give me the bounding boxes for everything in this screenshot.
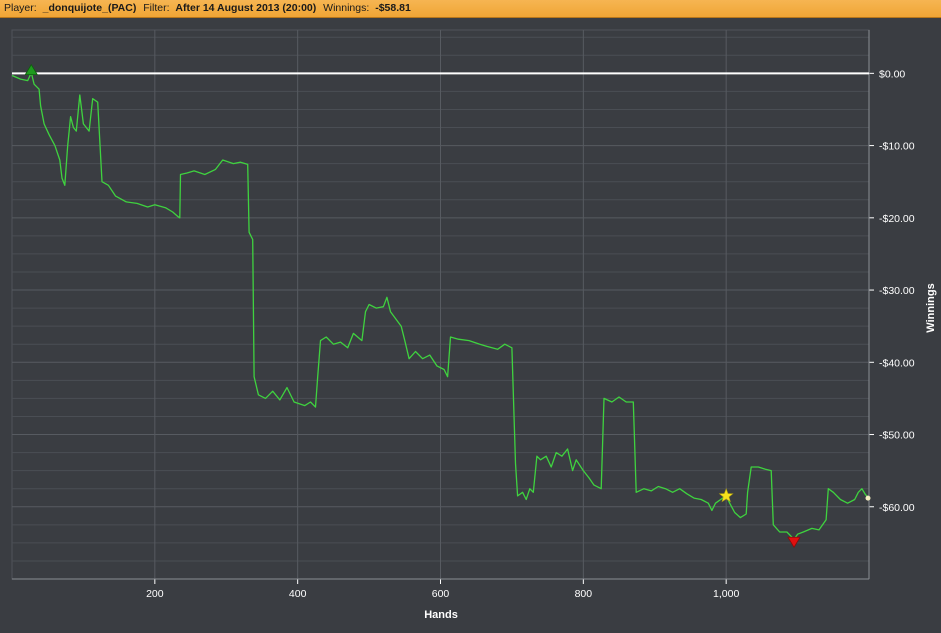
chart-area: $0.00 -$10.00 -$20.00 -$30.00 -$40.00 -$50.00… bbox=[0, 18, 941, 633]
player-value: _donquijote_(PAC) bbox=[42, 2, 137, 14]
grid bbox=[11, 29, 870, 580]
x-axis-title: Hands bbox=[424, 609, 458, 621]
player-label: Player: bbox=[4, 2, 37, 14]
y-tick-label: -$30.00 bbox=[879, 285, 915, 297]
axes: $0.00 -$10.00 -$20.00 -$30.00 -$40.00 -$50.00… bbox=[12, 30, 915, 600]
y-tick-label: -$10.00 bbox=[879, 141, 915, 153]
winnings-value: -$58.81 bbox=[375, 2, 411, 14]
end-marker bbox=[865, 495, 871, 501]
winnings-label: Winnings: bbox=[323, 2, 370, 14]
x-tick-label: 1,000 bbox=[713, 588, 739, 600]
x-tick-label: 400 bbox=[289, 588, 307, 600]
y-tick-label: -$20.00 bbox=[879, 213, 915, 225]
max-marker bbox=[24, 63, 38, 76]
y-tick-label: -$50.00 bbox=[879, 430, 915, 442]
x-tick-label: 600 bbox=[432, 588, 450, 600]
markers bbox=[24, 63, 871, 549]
min-marker bbox=[787, 536, 801, 549]
x-tick-label: 800 bbox=[575, 588, 593, 600]
y-tick-label: -$40.00 bbox=[879, 357, 915, 369]
y-tick-label: -$60.00 bbox=[879, 502, 915, 514]
x-tick-label: 200 bbox=[146, 588, 164, 600]
chart-header-bar: Player: _donquijote_(PAC) Filter: After … bbox=[0, 0, 941, 18]
filter-value: After 14 August 2013 (20:00) bbox=[175, 2, 317, 14]
y-tick-label: $0.00 bbox=[879, 68, 905, 80]
y-axis-title: Winnings bbox=[925, 283, 937, 332]
filter-label: Filter: bbox=[143, 2, 170, 14]
winnings-chart: $0.00 -$10.00 -$20.00 -$30.00 -$40.00 -$50.00… bbox=[11, 29, 937, 621]
